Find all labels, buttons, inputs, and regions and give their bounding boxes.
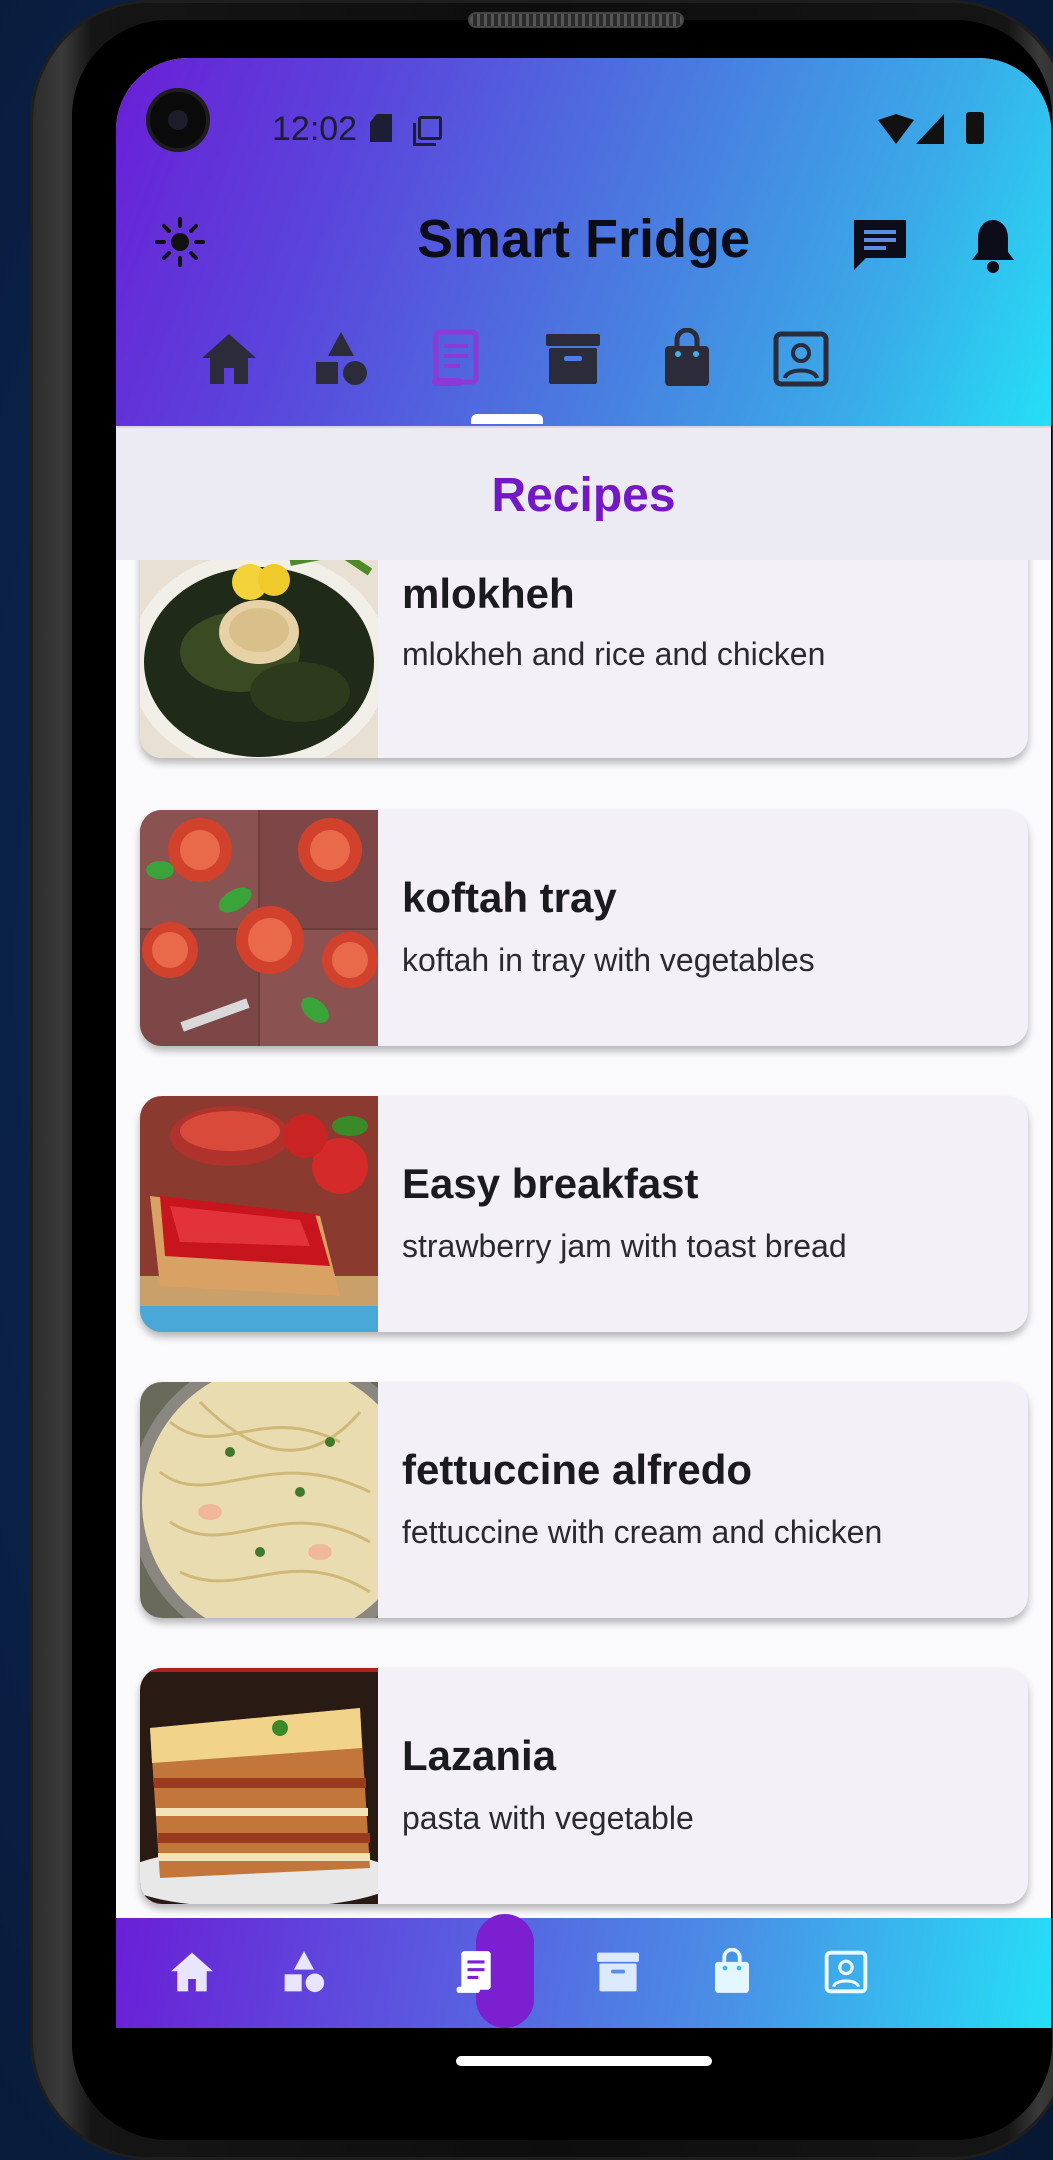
top-tab-bar (116, 328, 1051, 426)
earpiece-speaker (468, 12, 684, 28)
tab-profile[interactable] (756, 328, 846, 418)
recipe-title: fettuccine alfredo (402, 1446, 753, 1493)
recipe-title: Lazania (402, 1732, 557, 1779)
home-icon (171, 1952, 213, 1992)
bottom-nav-profile[interactable] (814, 1940, 878, 2004)
sd-card-icon (370, 114, 392, 142)
category-icon (284, 1951, 325, 1993)
recipe-description: pasta with vegetable (402, 1800, 694, 1836)
tab-categories[interactable] (296, 328, 386, 418)
recipe-image (140, 1382, 378, 1618)
tab-home[interactable] (184, 328, 274, 418)
recipe-image (140, 560, 378, 758)
recipe-card[interactable]: fettuccine alfredo fettuccine with cream… (140, 1382, 1028, 1618)
profile-icon (824, 1950, 868, 1994)
home-icon (202, 334, 256, 384)
signal-icon (916, 114, 944, 144)
recipe-description: fettuccine with cream and chicken (402, 1514, 883, 1550)
status-time: 12:02 (272, 110, 358, 148)
archive-icon (597, 1952, 639, 1992)
archive-icon (546, 334, 600, 384)
screenshot-icon (413, 116, 442, 146)
recipe-list[interactable]: mlokheh mlokheh and rice and chicken kof… (116, 560, 1051, 1918)
front-camera (146, 88, 210, 152)
page-title-bar: Recipes (116, 426, 1051, 560)
phone-frame: 12:02 Smart Fridge Recipes mlokheh mlokh… (30, 0, 1053, 2160)
wifi-icon (878, 114, 914, 144)
recipe-card[interactable]: koftah tray koftah in tray with vegetabl… (140, 810, 1028, 1046)
bottom-nav-storage[interactable] (586, 1940, 650, 2004)
app-title: Smart Fridge (416, 209, 751, 269)
bottom-nav-categories[interactable] (272, 1940, 336, 2004)
app-header: 12:02 Smart Fridge (116, 58, 1051, 426)
shopping-bag-icon (714, 1948, 750, 1993)
tab-recipes[interactable] (412, 328, 502, 418)
chat-icon[interactable] (850, 216, 910, 274)
recipe-description: strawberry jam with toast bread (402, 1228, 847, 1264)
recipe-description: koftah in tray with vegetables (402, 942, 815, 978)
recipe-icon (456, 1951, 491, 1993)
recipe-card[interactable]: Easy breakfast strawberry jam with toast… (140, 1096, 1028, 1332)
tab-shopping[interactable] (642, 328, 732, 418)
bell-icon[interactable] (968, 216, 1018, 274)
recipe-image (140, 1668, 378, 1904)
recipe-title: Easy breakfast (402, 1160, 699, 1207)
recipe-image (140, 810, 378, 1046)
category-icon (316, 332, 367, 385)
recipe-card[interactable]: Lazania pasta with vegetable (140, 1668, 1028, 1904)
page-title: Recipes (491, 469, 676, 522)
battery-icon (966, 112, 984, 144)
recipe-image (140, 1096, 378, 1332)
active-tab-indicator (471, 414, 543, 424)
recipe-title: koftah tray (402, 874, 617, 921)
recipe-description: mlokheh and rice and chicken (402, 636, 826, 672)
recipe-icon (432, 329, 479, 386)
bottom-nav-recipes[interactable] (444, 1940, 508, 2004)
profile-icon (773, 331, 829, 387)
recipe-title: mlokheh (402, 570, 575, 617)
shopping-bag-icon (665, 328, 709, 386)
bottom-nav-shopping[interactable] (700, 1940, 764, 2004)
bottom-nav-bar (116, 1914, 1051, 2028)
recipe-card[interactable]: mlokheh mlokheh and rice and chicken (140, 560, 1028, 758)
app-screen: 12:02 Smart Fridge Recipes mlokheh mlokh… (116, 58, 1051, 2028)
bottom-nav-home[interactable] (160, 1940, 224, 2004)
system-home-indicator[interactable] (456, 2056, 712, 2066)
tab-storage[interactable] (528, 328, 618, 418)
